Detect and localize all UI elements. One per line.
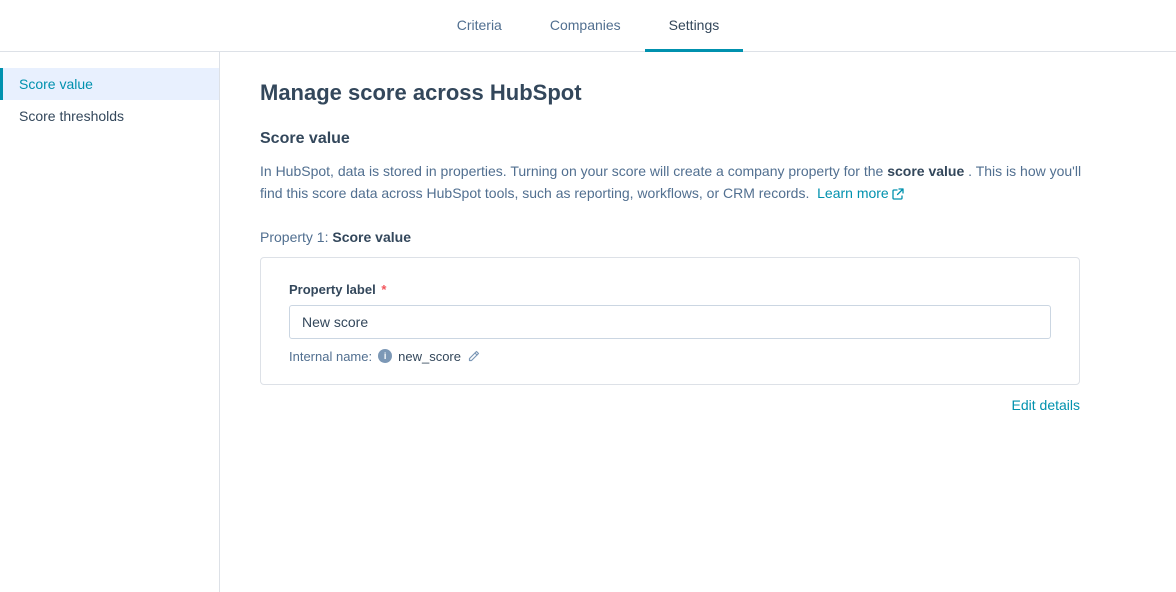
internal-name-label: Internal name:	[289, 349, 372, 364]
tab-companies[interactable]: Companies	[526, 1, 645, 52]
sidebar: Score value Score thresholds	[0, 52, 220, 592]
property-header-bold: Score value	[332, 229, 411, 245]
external-link-icon	[892, 188, 904, 200]
section-title: Score value	[260, 130, 1136, 148]
description-part1: In HubSpot, data is stored in properties…	[260, 163, 883, 179]
info-icon[interactable]: i	[378, 349, 392, 363]
edit-internal-name-button[interactable]	[467, 349, 481, 363]
tab-settings[interactable]: Settings	[645, 1, 744, 52]
description-bold: score value	[887, 163, 964, 179]
field-label-text: Property label	[289, 282, 376, 297]
edit-details-row: Edit details	[260, 397, 1080, 413]
required-indicator: *	[381, 282, 386, 297]
internal-name-value: new_score	[398, 349, 461, 364]
internal-name-row: Internal name: i new_score	[289, 349, 1051, 364]
tab-criteria[interactable]: Criteria	[433, 1, 526, 52]
property-label-input[interactable]	[289, 305, 1051, 339]
sidebar-item-score-value[interactable]: Score value	[0, 68, 219, 100]
learn-more-label: Learn more	[817, 182, 889, 204]
pencil-icon	[467, 349, 481, 363]
main-content: Manage score across HubSpot Score value …	[220, 52, 1176, 592]
sidebar-item-score-thresholds[interactable]: Score thresholds	[0, 100, 219, 132]
property-header-prefix: Property 1:	[260, 229, 328, 245]
property-header: Property 1: Score value	[260, 229, 1136, 245]
top-navigation: Criteria Companies Settings	[0, 0, 1176, 52]
field-label: Property label *	[289, 282, 1051, 297]
description-text: In HubSpot, data is stored in properties…	[260, 160, 1100, 205]
property-card: Property label * Internal name: i new_sc…	[260, 257, 1080, 385]
edit-details-link[interactable]: Edit details	[1012, 397, 1080, 413]
main-layout: Score value Score thresholds Manage scor…	[0, 52, 1176, 592]
learn-more-link[interactable]: Learn more	[817, 182, 904, 204]
page-title: Manage score across HubSpot	[260, 80, 1136, 106]
